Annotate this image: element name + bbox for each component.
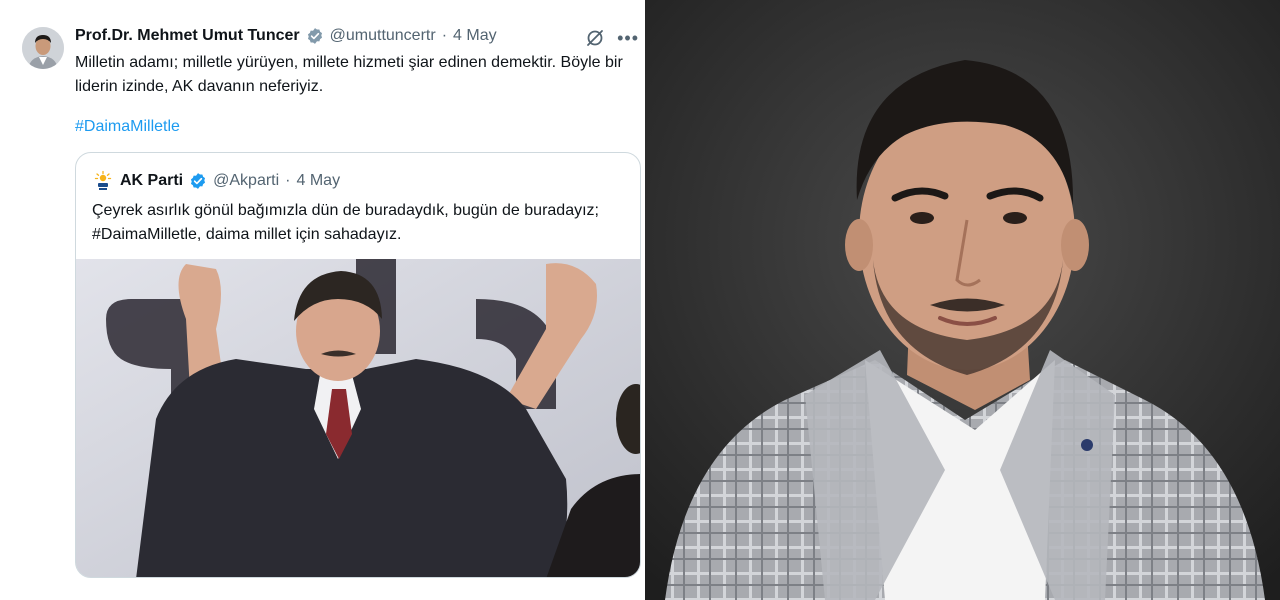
verified-badge-icon[interactable] xyxy=(306,27,324,45)
quote-media-image[interactable] xyxy=(76,259,640,577)
separator-dot: · xyxy=(441,27,448,44)
tweet-header: Prof.Dr. Mehmet Umut Tuncer @umuttuncert… xyxy=(75,27,497,45)
quote-handle[interactable]: @Akparti xyxy=(213,172,279,190)
author-name[interactable]: Prof.Dr. Mehmet Umut Tuncer xyxy=(75,27,300,45)
quote-header: AK Parti @Akparti · 4 May xyxy=(92,170,340,192)
portrait-photo xyxy=(645,0,1280,600)
more-icon[interactable]: ••• xyxy=(617,29,639,47)
quote-text: Çeyrek asırlık gönül bağımızla dün de bu… xyxy=(92,199,632,247)
tweet-hashtag[interactable]: #DaimaMilletle xyxy=(75,118,180,136)
tweet-actions: ••• xyxy=(585,28,639,48)
tweet-text: Milletin adamı; milletle yürüyen, millet… xyxy=(75,54,623,95)
grok-icon[interactable] xyxy=(585,28,605,48)
tweet-panel: Prof.Dr. Mehmet Umut Tuncer @umuttuncert… xyxy=(0,0,645,600)
verified-badge-icon[interactable] xyxy=(189,172,207,190)
quote-text-line-1: Çeyrek asırlık gönül bağımızla dün de bu… xyxy=(92,202,599,219)
quote-author-name[interactable]: AK Parti xyxy=(120,172,183,190)
quote-text-line-2: #DaimaMilletle, daima millet için sahada… xyxy=(92,226,402,243)
separator-dot: · xyxy=(285,172,291,189)
tweet-date[interactable]: 4 May xyxy=(453,27,497,45)
quoted-tweet-card[interactable]: AK Parti @Akparti · 4 May Çeyrek asırlık… xyxy=(75,152,641,578)
ak-parti-logo-icon[interactable] xyxy=(92,170,114,192)
author-handle[interactable]: @umuttuncertr xyxy=(330,27,436,45)
author-avatar[interactable] xyxy=(22,27,64,69)
quote-date[interactable]: 4 May xyxy=(297,172,341,190)
